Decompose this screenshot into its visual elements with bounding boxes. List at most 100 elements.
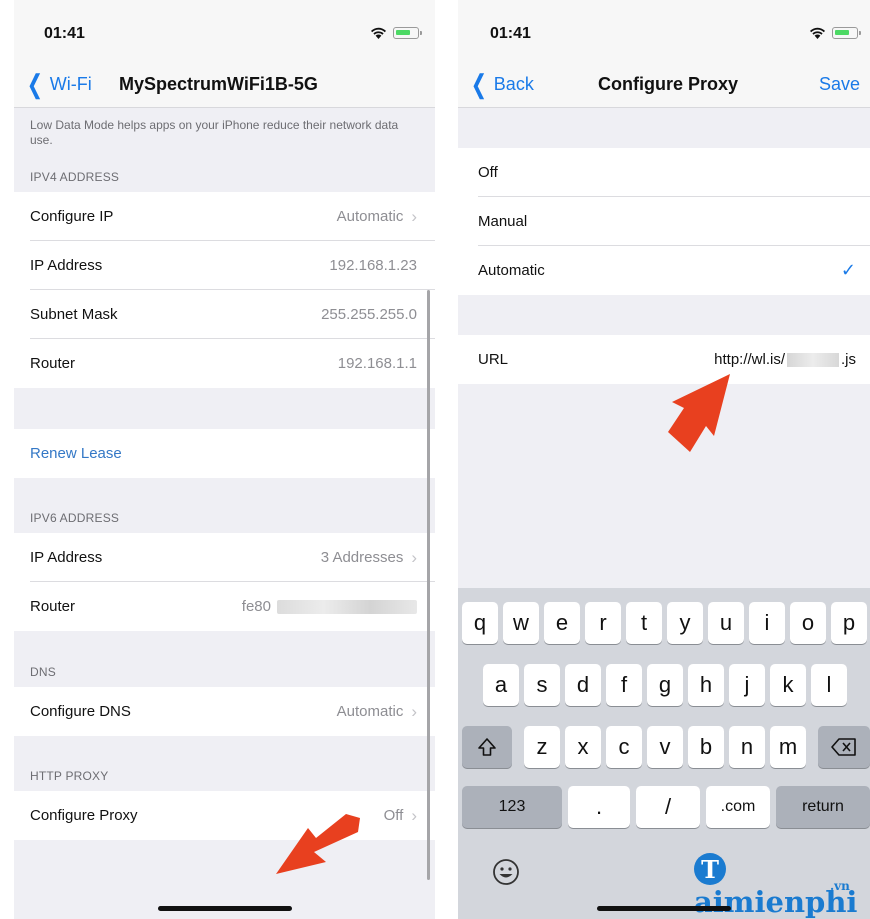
back-button-label: Back	[493, 73, 534, 94]
subnet-mask-row: Subnet Mask 255.255.255.0	[14, 290, 435, 339]
http-proxy-section-header: HTTP PROXY	[30, 769, 109, 783]
key-z[interactable]: z	[524, 726, 560, 768]
key-l[interactable]: l	[811, 664, 847, 706]
emoji-icon[interactable]	[492, 858, 520, 886]
chevron-right-icon: ›	[411, 701, 417, 721]
configure-proxy-row[interactable]: Configure Proxy Off ›	[14, 791, 435, 840]
configure-ip-row[interactable]: Configure IP Automatic ›	[14, 192, 435, 241]
key-v[interactable]: v	[647, 726, 683, 768]
dns-section-header: DNS	[30, 665, 56, 679]
key-t[interactable]: t	[626, 602, 662, 644]
red-arrow-icon	[668, 374, 730, 452]
battery-icon	[393, 27, 422, 39]
status-icons	[809, 27, 861, 39]
renew-lease-button[interactable]: Renew Lease	[14, 429, 435, 478]
backspace-icon	[831, 738, 856, 756]
key-h[interactable]: h	[688, 664, 724, 706]
status-icons	[370, 27, 422, 39]
renew-lease-label: Renew Lease	[30, 445, 122, 462]
red-arrow-icon	[276, 814, 360, 874]
numbers-key[interactable]: 123	[462, 786, 562, 828]
logo-badge: T	[694, 853, 726, 885]
navigation-bar: ❮ Back Configure Proxy Save	[458, 60, 870, 108]
key-w[interactable]: w	[503, 602, 539, 644]
logo-suffix: .vn	[830, 879, 850, 893]
row-label: Configure IP	[30, 208, 114, 225]
scrollbar[interactable]	[427, 290, 430, 880]
key-r[interactable]: r	[585, 602, 621, 644]
chevron-right-icon: ›	[411, 805, 417, 825]
home-indicator[interactable]	[157, 906, 292, 911]
configure-proxy-value: Off	[383, 807, 404, 824]
wifi-details-screen: 01:41 ❮ Wi-Fi MySpectrumWiFi1B-5G Low Da…	[14, 0, 435, 919]
battery-icon	[832, 27, 861, 39]
row-value: 3 Addresses ›	[321, 548, 417, 568]
proxy-option-off[interactable]: Off	[458, 148, 870, 197]
key-s[interactable]: s	[524, 664, 560, 706]
url-label: URL	[478, 351, 509, 368]
key-a[interactable]: a	[483, 664, 519, 706]
row-value: Off ›	[384, 806, 417, 826]
key-y[interactable]: y	[667, 602, 703, 644]
row-label: Configure Proxy	[30, 807, 138, 824]
configure-dns-value: Automatic	[336, 703, 404, 720]
row-value: Automatic ›	[337, 702, 417, 722]
ipv6-router-row: Router fe80	[14, 582, 435, 631]
shift-key[interactable]	[462, 726, 512, 768]
key-e[interactable]: e	[544, 602, 580, 644]
key-c[interactable]: c	[606, 726, 642, 768]
row-label: Configure DNS	[30, 703, 131, 720]
chevron-right-icon: ›	[411, 547, 417, 567]
key-n[interactable]: n	[729, 726, 765, 768]
status-time: 01:41	[490, 25, 531, 42]
key-dotcom[interactable]: .com	[706, 786, 770, 828]
key-q[interactable]: q	[462, 602, 498, 644]
row-label: Subnet Mask	[30, 306, 118, 323]
url-suffix: .js	[841, 351, 856, 368]
status-bar: 01:41	[458, 0, 870, 60]
configure-dns-row[interactable]: Configure DNS Automatic ›	[14, 687, 435, 736]
status-bar: 01:41	[14, 0, 435, 60]
proxy-option-manual[interactable]: Manual	[458, 197, 870, 246]
page-title: MySpectrumWiFi1B-5G	[119, 73, 318, 94]
key-u[interactable]: u	[708, 602, 744, 644]
chevron-right-icon: ›	[411, 206, 417, 226]
configure-ip-value: Automatic	[336, 208, 404, 225]
return-key[interactable]: return	[776, 786, 870, 828]
low-data-mode-note: Low Data Mode helps apps on your iPhone …	[30, 118, 399, 147]
redacted-blur	[277, 599, 417, 614]
url-input[interactable]: http://wl.is/ .js	[714, 351, 856, 368]
key-j[interactable]: j	[729, 664, 765, 706]
key-d[interactable]: d	[565, 664, 601, 706]
back-button[interactable]: ❮ Back	[468, 60, 534, 108]
key-b[interactable]: b	[688, 726, 724, 768]
key-g[interactable]: g	[647, 664, 683, 706]
key-slash[interactable]: /	[636, 786, 700, 828]
home-indicator[interactable]	[597, 906, 731, 911]
key-k[interactable]: k	[770, 664, 806, 706]
wifi-icon	[810, 27, 825, 39]
key-i[interactable]: i	[749, 602, 785, 644]
keyboard: q w e r t y u i o p a s d f g h j k l z …	[458, 588, 870, 919]
url-prefix: http://wl.is/	[714, 351, 785, 368]
key-p[interactable]: p	[831, 602, 867, 644]
chevron-left-icon: ❮	[470, 69, 488, 99]
proxy-option-automatic[interactable]: Automatic ✓	[458, 246, 870, 295]
row-value: 255.255.255.0	[321, 306, 417, 323]
navigation-bar: ❮ Wi-Fi MySpectrumWiFi1B-5G	[14, 60, 435, 108]
delete-key[interactable]	[818, 726, 870, 768]
row-value: Automatic ›	[337, 207, 417, 227]
key-m[interactable]: m	[770, 726, 806, 768]
ip-address-row: IP Address 192.168.1.23	[14, 241, 435, 290]
key-f[interactable]: f	[606, 664, 642, 706]
ipv6-address-row[interactable]: IP Address 3 Addresses ›	[14, 533, 435, 582]
row-value: 192.168.1.23	[329, 257, 417, 274]
checkmark-icon: ✓	[840, 260, 856, 280]
save-button[interactable]: Save	[819, 60, 860, 108]
ipv6-router-value: fe80	[241, 598, 271, 615]
key-x[interactable]: x	[565, 726, 601, 768]
key-dot[interactable]: .	[568, 786, 630, 828]
back-button[interactable]: ❮ Wi-Fi	[24, 60, 92, 108]
key-o[interactable]: o	[790, 602, 826, 644]
row-label: IP Address	[30, 549, 103, 566]
